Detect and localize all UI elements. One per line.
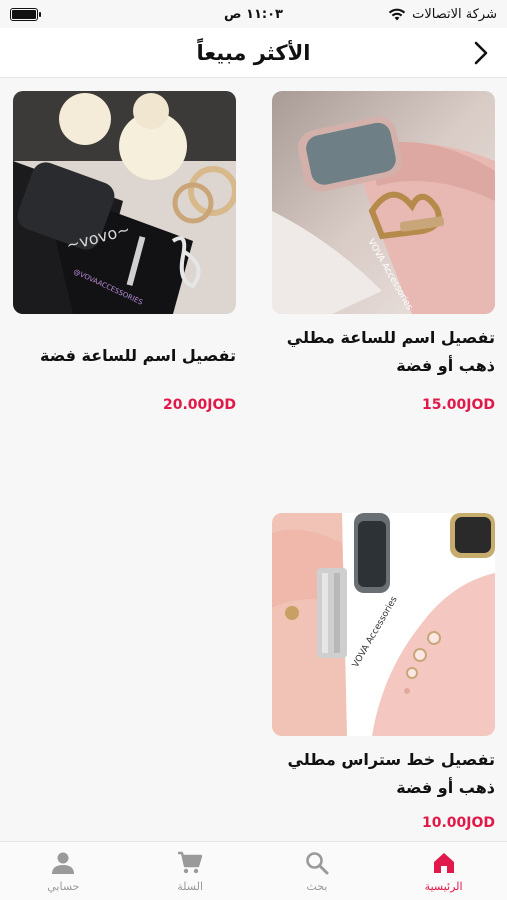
tab-cart[interactable]: السلة — [127, 842, 254, 900]
product-price: 10.00JOD — [421, 815, 495, 831]
tab-search[interactable]: بحث — [254, 842, 381, 900]
product-image[interactable]: ~vovo~ @VOVAACCESSORIES — [13, 91, 236, 314]
pink-watch-image: VOVA Accessories — [272, 91, 495, 314]
tab-account[interactable]: حسابي — [0, 842, 127, 900]
status-time: ١١:٠٣ ص — [224, 6, 283, 22]
user-icon — [52, 852, 75, 874]
tab-label: السلة — [177, 879, 203, 893]
page-title: الأكثر مبيعاً — [196, 40, 311, 65]
chevron-right-icon[interactable] — [469, 40, 493, 66]
status-bar: شركة الاتصالات ١١:٠٣ ص — [0, 0, 507, 28]
cart-icon — [178, 851, 203, 873]
black-watch-image: ~vovo~ @VOVAACCESSORIES — [13, 91, 236, 314]
bottom-tab-bar: الرئيسية بحث السلة حسابي — [0, 841, 507, 900]
carrier-group: شركة الاتصالات — [388, 7, 497, 22]
tab-label: بحث — [306, 879, 328, 893]
product-name[interactable]: تفصيل اسم للساعة فضة — [13, 342, 236, 370]
product-card[interactable]: VOVA Accessories تفصيل اسم للساعة مطلي ذ… — [272, 91, 495, 431]
product-card[interactable]: ~vovo~ @VOVAACCESSORIES تفصيل اسم للساعة… — [13, 91, 236, 431]
battery-icon — [10, 7, 41, 21]
search-icon — [306, 851, 329, 874]
carrier-label: شركة الاتصالات — [412, 6, 497, 22]
home-icon — [433, 852, 454, 873]
pink-charm-watch-image: VOVA Accessories — [272, 513, 495, 736]
product-name[interactable]: تفصيل اسم للساعة مطلي ذهب أو فضة — [272, 324, 495, 380]
page-header: الأكثر مبيعاً — [0, 28, 507, 78]
product-price: 20.00JOD — [162, 397, 236, 413]
product-name[interactable]: تفصيل خط ستراس مطلي ذهب أو فضة — [272, 746, 495, 802]
product-card[interactable]: VOVA Accessories تفصيل خط ستراس مطلي ذهب… — [272, 513, 495, 841]
product-image[interactable]: VOVA Accessories — [272, 91, 495, 314]
product-image[interactable]: VOVA Accessories — [272, 513, 495, 736]
tab-label: حسابي — [47, 879, 80, 893]
tab-home[interactable]: الرئيسية — [380, 842, 507, 900]
wifi-icon — [388, 8, 406, 21]
product-grid[interactable]: VOVA Accessories تفصيل اسم للساعة مطلي ذ… — [0, 79, 507, 841]
tab-label: الرئيسية — [424, 879, 463, 893]
product-price: 15.00JOD — [421, 397, 495, 413]
